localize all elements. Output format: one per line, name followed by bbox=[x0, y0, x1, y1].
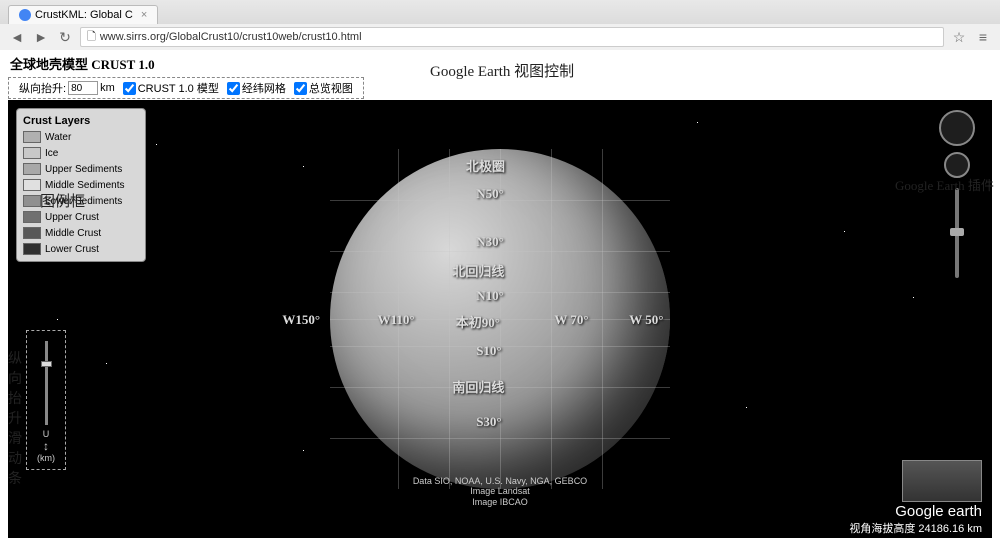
legend-box: Crust Layers Water Ice Upper Sediments M… bbox=[16, 108, 146, 262]
label-s10: S10° bbox=[476, 343, 501, 359]
look-control[interactable] bbox=[939, 110, 975, 146]
browser-chrome: CrustKML: Global C × ◄ ► ↻ 🗋 www.sirrs.o… bbox=[0, 0, 1000, 50]
forward-button[interactable]: ► bbox=[32, 28, 50, 46]
overview-checkbox[interactable]: 总览视图 bbox=[294, 80, 353, 96]
bookmark-icon[interactable]: ☆ bbox=[950, 28, 968, 46]
uplift-label: 纵向抬升: bbox=[19, 80, 66, 96]
uplift-input[interactable] bbox=[68, 81, 98, 95]
legend-item: Water bbox=[21, 129, 141, 145]
swatch bbox=[23, 131, 41, 143]
swatch bbox=[23, 227, 41, 239]
slider-mark-u: U bbox=[43, 429, 50, 439]
swatch bbox=[23, 147, 41, 159]
url-input[interactable]: 🗋 www.sirrs.org/GlobalCrust10/crust10web… bbox=[80, 27, 944, 47]
view-controls: 纵向抬升: km CRUST 1.0 模型 经纬网格 总览视图 bbox=[8, 77, 364, 99]
uplift-unit: km bbox=[100, 82, 115, 94]
uplift-slider[interactable]: U ↕ (km) bbox=[26, 330, 66, 470]
legend-title: Crust Layers bbox=[21, 113, 141, 129]
close-icon[interactable]: × bbox=[141, 9, 147, 21]
label-n50: N50° bbox=[476, 186, 504, 202]
globe[interactable]: 北极圈 N50° N30° 北回归线 N10° S10° 南回归线 S30° W… bbox=[330, 149, 670, 489]
legend-item: Upper Sediments bbox=[21, 161, 141, 177]
swatch bbox=[23, 243, 41, 255]
browser-tab[interactable]: CrustKML: Global C × bbox=[8, 5, 158, 24]
overview-thumbnail[interactable] bbox=[902, 460, 982, 502]
label-prime: 本初90° bbox=[456, 312, 500, 331]
swatch bbox=[23, 195, 41, 207]
label-w110: W110° bbox=[378, 312, 415, 328]
earth-plugin-view[interactable]: 北极圈 N50° N30° 北回归线 N10° S10° 南回归线 S30° W… bbox=[8, 100, 992, 538]
reload-button[interactable]: ↻ bbox=[56, 28, 74, 46]
grid-checkbox[interactable]: 经纬网格 bbox=[227, 80, 286, 96]
attribution: Data SIO, NOAA, U.S. Navy, NGA, GEBCO Im… bbox=[413, 476, 587, 508]
altitude-status: 视角海拔高度 24186.16 km bbox=[849, 520, 982, 536]
label-tropic-n: 北回归线 bbox=[452, 261, 504, 280]
annotation-slider: 纵向抬升滑动条 bbox=[8, 348, 23, 488]
earth-nav-controls bbox=[937, 110, 977, 278]
swatch bbox=[23, 179, 41, 191]
label-arctic: 北极圈 bbox=[466, 156, 505, 175]
page-icon: 🗋 bbox=[87, 28, 96, 47]
label-n10: N10° bbox=[476, 288, 504, 304]
slider-track[interactable] bbox=[45, 341, 48, 425]
back-button[interactable]: ◄ bbox=[8, 28, 26, 46]
google-earth-logo: Google earth bbox=[895, 503, 982, 520]
legend-item: Lower Crust bbox=[21, 241, 141, 257]
label-w50: W 50° bbox=[629, 312, 663, 328]
zoom-slider[interactable] bbox=[955, 188, 959, 278]
swatch bbox=[23, 211, 41, 223]
legend-item: Ice bbox=[21, 145, 141, 161]
annotation-controls: Google Earth 视图控制 bbox=[430, 60, 574, 81]
swatch bbox=[23, 163, 41, 175]
annotation-plugin: Google Earth 插件 bbox=[895, 175, 995, 194]
globe-icon bbox=[19, 9, 31, 21]
label-n30: N30° bbox=[476, 234, 504, 250]
label-tropic-s: 南回归线 bbox=[452, 377, 504, 396]
label-w70: W 70° bbox=[554, 312, 588, 328]
legend-item: Middle Crust bbox=[21, 225, 141, 241]
label-w150: W150° bbox=[282, 312, 320, 328]
zoom-thumb[interactable] bbox=[950, 228, 964, 236]
page-content: 全球地壳模型 CRUST 1.0 纵向抬升: km CRUST 1.0 模型 经… bbox=[0, 50, 1000, 546]
address-bar: ◄ ► ↻ 🗋 www.sirrs.org/GlobalCrust10/crus… bbox=[0, 24, 1000, 50]
label-s30: S30° bbox=[476, 414, 501, 430]
legend-item: Upper Crust bbox=[21, 209, 141, 225]
tab-title: CrustKML: Global C bbox=[35, 9, 133, 21]
tab-bar: CrustKML: Global C × bbox=[0, 0, 1000, 24]
slider-mark-km: (km) bbox=[37, 453, 55, 463]
model-checkbox[interactable]: CRUST 1.0 模型 bbox=[123, 80, 219, 96]
slider-thumb[interactable] bbox=[41, 361, 52, 367]
annotation-legend: 图例框 bbox=[40, 190, 85, 211]
menu-icon[interactable]: ≡ bbox=[974, 28, 992, 46]
